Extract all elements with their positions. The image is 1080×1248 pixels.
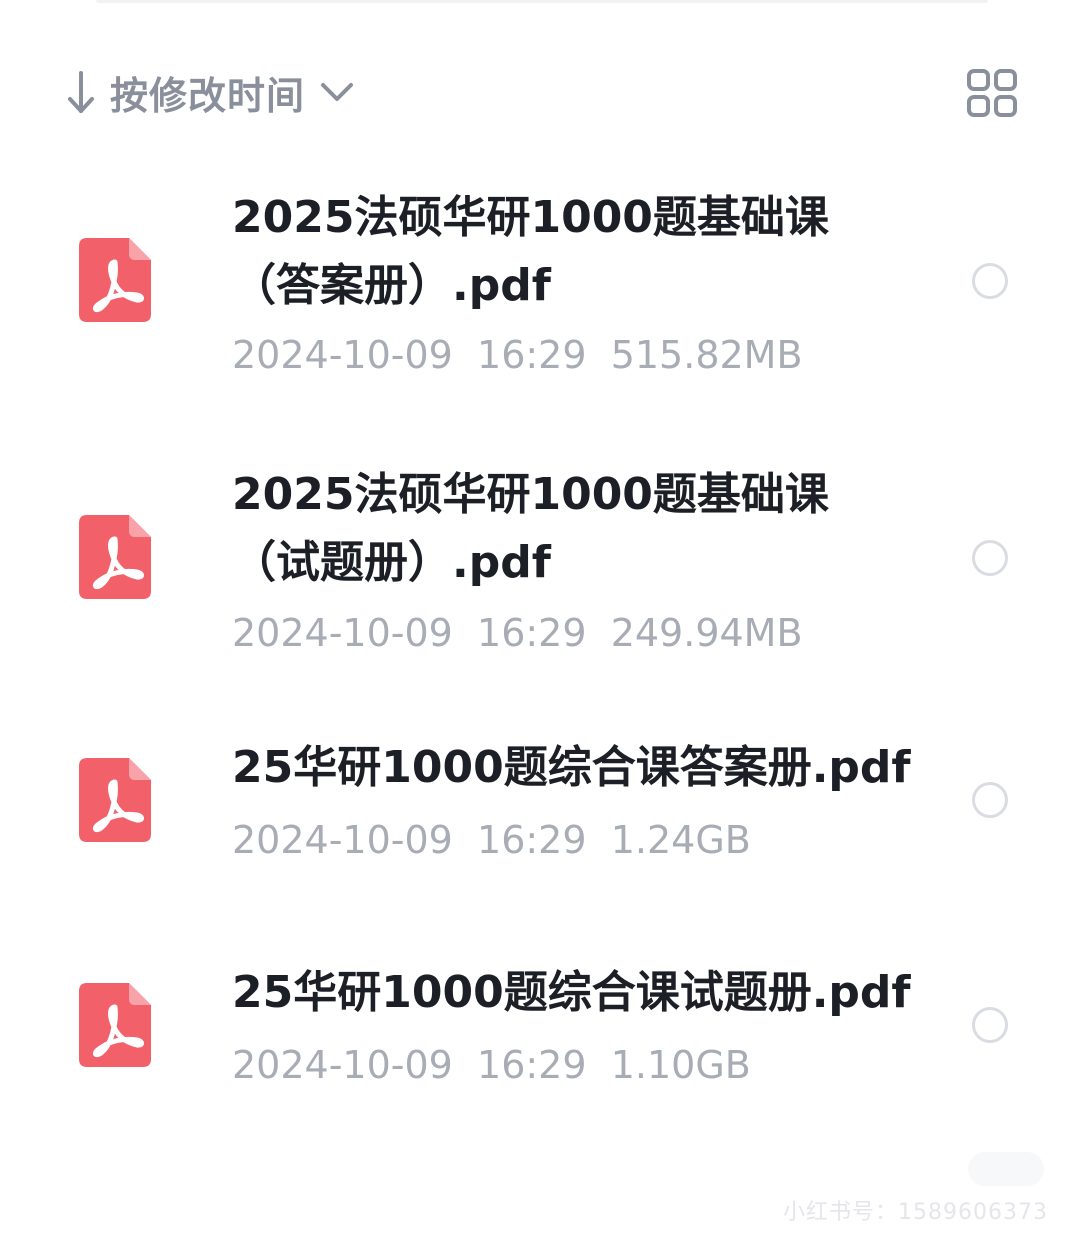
pdf-file-icon <box>79 983 151 1067</box>
file-name-line: （答案册）.pdf <box>232 260 551 311</box>
file-time: 16:29 <box>477 333 587 377</box>
pdf-file-icon <box>79 238 151 322</box>
select-radio[interactable] <box>972 263 1008 299</box>
file-date: 2024-10-09 <box>232 1043 453 1087</box>
watermark-text: 小红书号：1589606373 <box>783 1200 1048 1225</box>
select-radio[interactable] <box>972 1007 1008 1043</box>
file-name-line: 25华研1000题综合课试题册.pdf <box>232 967 911 1018</box>
file-name-line: 2025法硕华研1000题基础课 <box>232 469 829 520</box>
watermark-logo <box>968 1152 1044 1186</box>
file-size: 1.10GB <box>610 1043 751 1087</box>
file-meta: 2024-10-09 16:29 249.94MB <box>232 608 803 658</box>
file-name: 25华研1000题综合课试题册.pdf <box>232 959 912 1027</box>
select-radio[interactable] <box>972 782 1008 818</box>
file-name: 2025法硕华研1000题基础课 （试题册）.pdf <box>232 461 912 597</box>
file-size: 1.24GB <box>610 818 751 862</box>
file-name: 25华研1000题综合课答案册.pdf <box>232 734 912 802</box>
pdf-file-icon <box>79 515 151 599</box>
file-date: 2024-10-09 <box>232 333 453 377</box>
file-date: 2024-10-09 <box>232 611 453 655</box>
file-meta: 2024-10-09 16:29 1.24GB <box>232 815 751 865</box>
file-meta: 2024-10-09 16:29 515.82MB <box>232 330 803 380</box>
file-meta: 2024-10-09 16:29 1.10GB <box>232 1040 751 1090</box>
file-name-line: （试题册）.pdf <box>232 537 551 588</box>
file-name: 2025法硕华研1000题基础课 （答案册）.pdf <box>232 184 912 320</box>
file-time: 16:29 <box>477 818 587 862</box>
file-size: 515.82MB <box>610 333 803 377</box>
file-list: 2025法硕华研1000题基础课 （答案册）.pdf 2024-10-09 16… <box>0 0 1080 1248</box>
file-name-line: 2025法硕华研1000题基础课 <box>232 192 829 243</box>
file-time: 16:29 <box>477 611 587 655</box>
file-date: 2024-10-09 <box>232 818 453 862</box>
select-radio[interactable] <box>972 540 1008 576</box>
file-name-line: 25华研1000题综合课答案册.pdf <box>232 742 911 793</box>
file-time: 16:29 <box>477 1043 587 1087</box>
pdf-file-icon <box>79 758 151 842</box>
file-size: 249.94MB <box>610 611 803 655</box>
